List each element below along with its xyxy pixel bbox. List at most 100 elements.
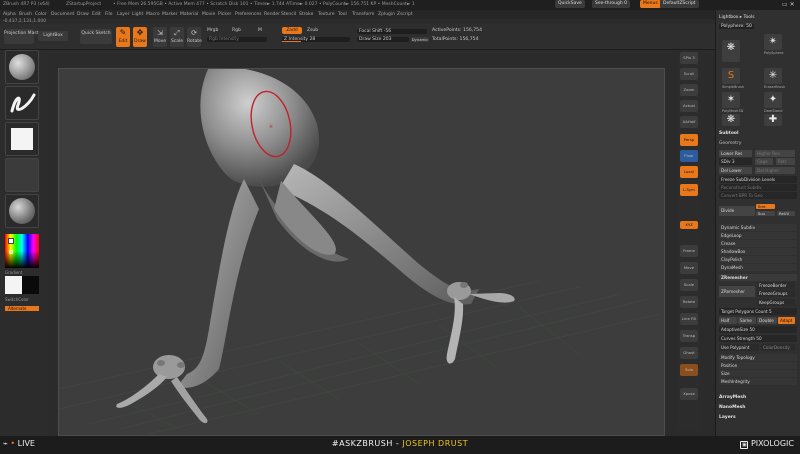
rtool-scroll[interactable]: Scroll: [680, 68, 698, 80]
crease-button[interactable]: Crease: [719, 240, 797, 247]
mesh-integrity-button[interactable]: MeshIntegrity: [719, 378, 797, 385]
rtool-xyz[interactable]: XYZ: [680, 221, 698, 229]
primary-color-swatch[interactable]: [5, 276, 22, 294]
rtool-solo[interactable]: Solo: [680, 364, 698, 376]
menu-texture[interactable]: Texture: [318, 12, 334, 17]
menu-stencil[interactable]: Stencil: [281, 12, 296, 17]
menu-file[interactable]: File: [105, 12, 113, 17]
zremesher-button[interactable]: ZRemesher: [719, 286, 755, 297]
zremesher-header[interactable]: ZRemesher: [719, 274, 797, 281]
dynamic-subdiv-button[interactable]: Dynamic Subdiv: [719, 224, 797, 231]
see-through-slider[interactable]: See-through 0: [592, 0, 630, 8]
rtool-lsym[interactable]: L.Sym: [680, 184, 698, 196]
edgeloop-button[interactable]: EdgeLoop: [719, 232, 797, 239]
rtool-move[interactable]: Move: [680, 262, 698, 274]
sdiv-slider[interactable]: SDiv 3: [719, 158, 752, 165]
del-lower-button[interactable]: Del Lower: [719, 167, 752, 174]
rtool-actual[interactable]: Actual: [680, 100, 698, 112]
target-polygons-slider[interactable]: Target Polygons Count 5: [719, 308, 797, 315]
rgb-button[interactable]: Rgb: [232, 28, 241, 33]
menu-alpha[interactable]: Alpha: [3, 12, 16, 17]
nanomesh-header[interactable]: NanoMesh: [719, 405, 746, 410]
half-button[interactable]: Half: [719, 317, 737, 324]
main-color-swatch[interactable]: [8, 238, 14, 244]
claypolish-button[interactable]: ClayPolish: [719, 256, 797, 263]
color-picker[interactable]: [5, 234, 39, 268]
menu-document[interactable]: Document: [51, 12, 74, 17]
menu-zplugin[interactable]: Zplugin: [378, 12, 395, 17]
rtool-persp[interactable]: Persp: [680, 134, 698, 146]
smt-toggle[interactable]: Smt: [756, 204, 775, 209]
lightbox-tools-header[interactable]: Lightbox ▸ Tools: [719, 15, 755, 20]
menu-brush[interactable]: Brush: [19, 12, 32, 17]
alpha-selector[interactable]: [5, 122, 39, 156]
switch-color-button[interactable]: SwitchColor: [5, 297, 29, 302]
dynamesh-button[interactable]: DynaMesh: [719, 264, 797, 271]
tool-thumb-damstand[interactable]: ✦: [764, 92, 782, 108]
use-polypaint-button[interactable]: Use Polypaint: [719, 344, 759, 351]
double-button[interactable]: Double: [757, 317, 777, 324]
menu-edit[interactable]: Edit: [92, 12, 101, 17]
draw-size-slider[interactable]: Draw Size 203: [357, 37, 409, 42]
keep-groups-button[interactable]: KeepGroups: [757, 299, 795, 306]
menu-stroke[interactable]: Stroke: [299, 12, 313, 17]
rtool-floor[interactable]: Floor: [680, 150, 698, 162]
menu-tool[interactable]: Tool: [338, 12, 347, 17]
rtool-ghost[interactable]: Ghost: [680, 347, 698, 359]
menu-draw[interactable]: Draw: [77, 12, 89, 17]
menu-picker[interactable]: Picker: [218, 12, 231, 17]
adapt-button[interactable]: Adapt: [778, 317, 795, 324]
lower-res-button[interactable]: Lower Res: [719, 150, 752, 157]
menu-zscript[interactable]: Zscript: [397, 12, 413, 17]
quick-sketch-button[interactable]: Quick Sketch: [80, 29, 112, 44]
subtool-header[interactable]: Subtool: [719, 131, 739, 136]
reuv-toggle[interactable]: ReUV: [777, 211, 795, 216]
zsub-button[interactable]: Zsub: [307, 28, 318, 33]
rtool-scale[interactable]: Scale: [680, 279, 698, 291]
rtool-linefill[interactable]: Line Fill: [680, 313, 698, 325]
tool-thumb-polymesh3d[interactable]: ✶: [722, 92, 740, 108]
tool-thumb-polyphere[interactable]: ❋: [722, 40, 740, 62]
layers-header[interactable]: Layers: [719, 415, 736, 420]
freeze-groups-button[interactable]: FreezeGroups: [757, 290, 795, 297]
shadowbox-button[interactable]: ShadowBox: [719, 248, 797, 255]
menu-preferences[interactable]: Preferences: [235, 12, 261, 17]
curves-strength-slider[interactable]: Curves Strength 50: [719, 335, 797, 342]
rtool-spix[interactable]: SPix 3: [680, 52, 698, 64]
menu-marker[interactable]: Marker: [162, 12, 178, 17]
default-zscript-button[interactable]: DefaultZScript: [660, 0, 699, 8]
menu-transform[interactable]: Transform: [352, 12, 374, 17]
rtool-local[interactable]: Local: [680, 166, 698, 178]
texture-selector[interactable]: [5, 158, 39, 192]
menu-color[interactable]: Color: [35, 12, 47, 17]
tool-thumb-polysphere[interactable]: ✴: [764, 34, 782, 50]
quicksave-button[interactable]: QuickSave: [555, 0, 585, 8]
draw-button[interactable]: ✥ Draw: [133, 27, 147, 47]
document-canvas[interactable]: H: [58, 66, 665, 436]
focal-shift-slider[interactable]: Focal Shift -56: [357, 29, 427, 34]
geometry-header[interactable]: Geometry: [719, 141, 741, 146]
rgb-intensity-slider[interactable]: Rgb Intensity: [207, 37, 267, 42]
z-intensity-slider[interactable]: Z Intensity 28: [282, 37, 350, 42]
stroke-selector[interactable]: [5, 86, 39, 120]
scale-button[interactable]: ⤢ Scale: [170, 27, 184, 47]
menu-material[interactable]: Material: [180, 12, 198, 17]
del-higher-button[interactable]: Del Higher: [755, 167, 795, 174]
window-controls-icon[interactable]: ▭ ✕: [782, 1, 795, 8]
tool-thumb-polyphere-1[interactable]: ❋: [722, 114, 740, 126]
cage-button[interactable]: Cage: [755, 158, 773, 165]
freeze-subdiv-button[interactable]: Freeze SubDivision Levels: [719, 176, 797, 183]
alternate-button[interactable]: Alternate: [5, 306, 39, 311]
tool-thumb-simplebrush[interactable]: S: [722, 68, 740, 84]
size-button[interactable]: Size: [719, 370, 797, 377]
position-button[interactable]: Position: [719, 362, 797, 369]
menus-button[interactable]: Menus: [640, 0, 661, 8]
rtool-aahalf[interactable]: AAHalf: [680, 116, 698, 128]
menu-macro[interactable]: Macro: [146, 12, 160, 17]
rtool-frame[interactable]: Frame: [680, 245, 698, 257]
dynamic-button[interactable]: Dynamic: [411, 37, 429, 42]
higher-res-button[interactable]: Higher Res: [755, 150, 795, 157]
arraymesh-header[interactable]: ArrayMesh: [719, 395, 746, 400]
rtool-xpose[interactable]: Xpose: [680, 388, 698, 400]
tool-thumb-eraserbrush[interactable]: ✳: [764, 68, 782, 84]
